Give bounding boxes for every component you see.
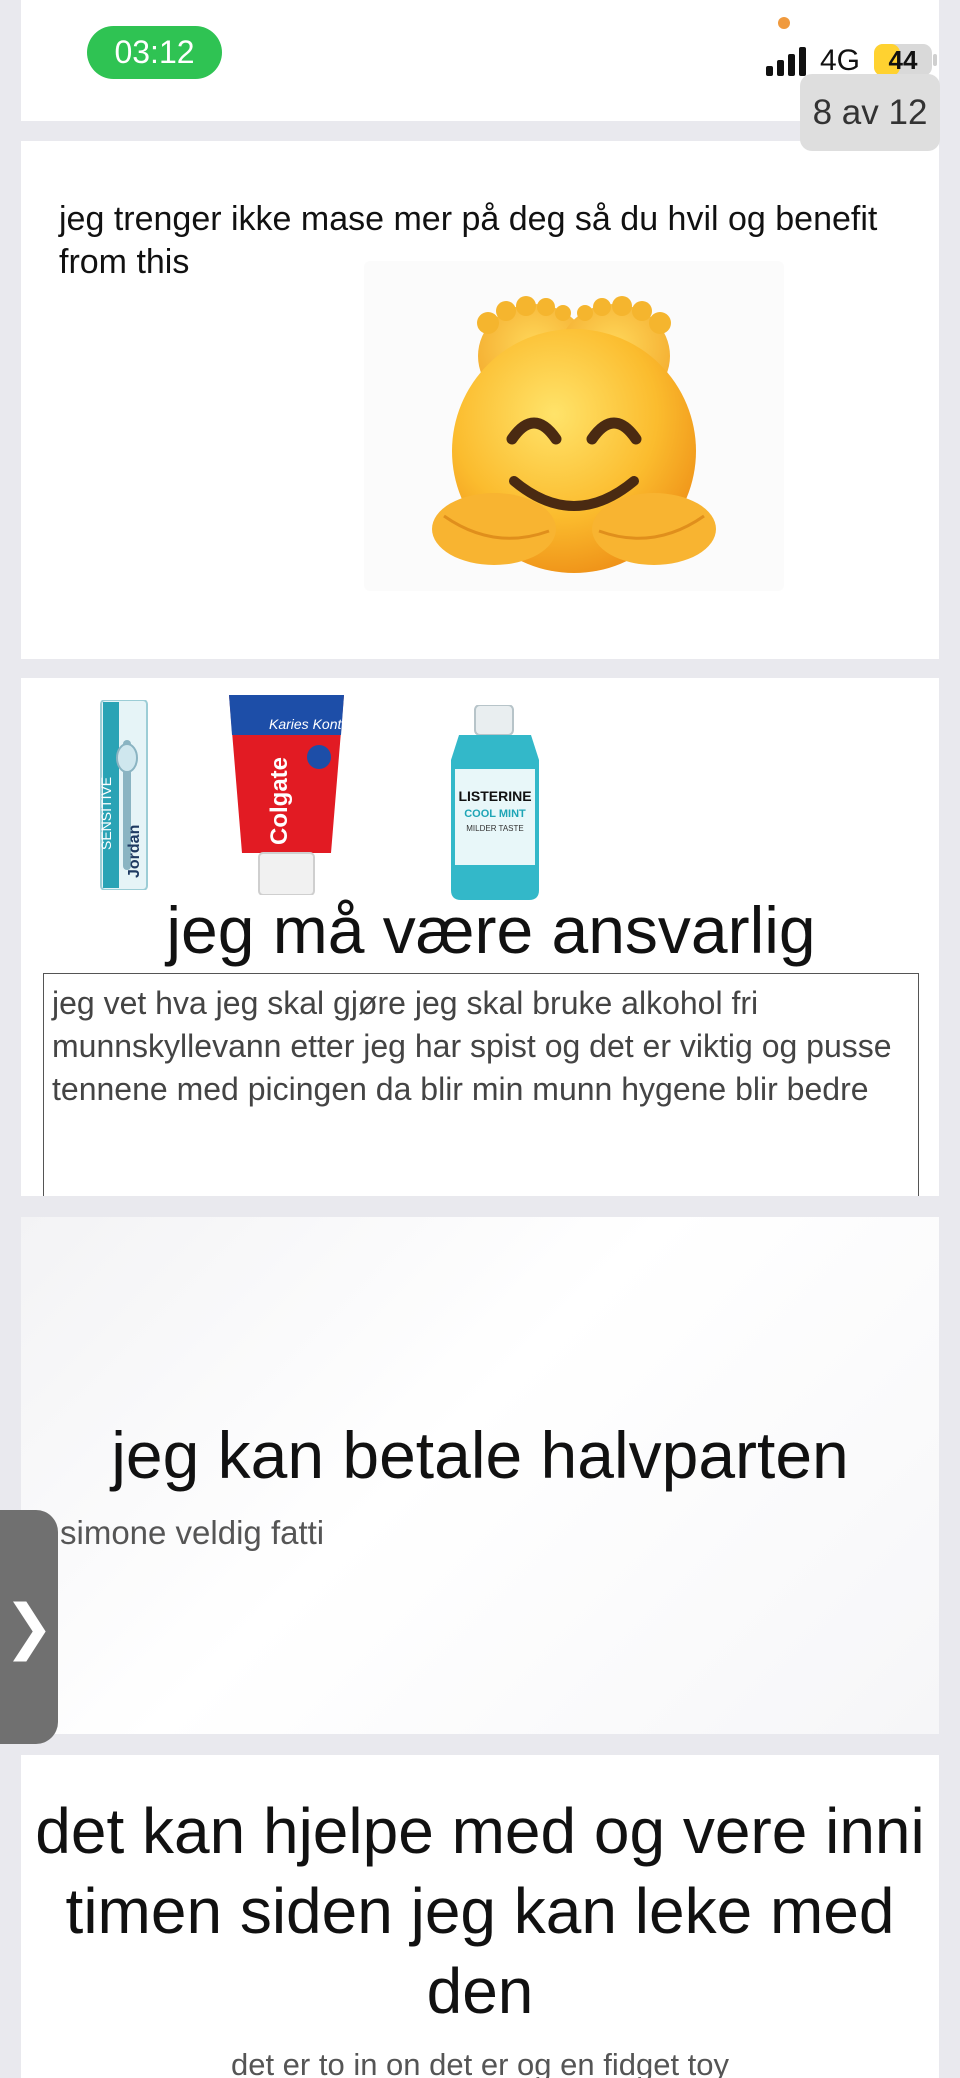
smiling-face-with-feet-icon: [364, 261, 784, 591]
toothbrush-tag: SENSITIVE: [99, 777, 114, 850]
network-type: 4G: [820, 44, 861, 77]
toothpaste-tag: Karies Kontroll: [269, 716, 344, 732]
slide-title: jeg kan betale halvparten: [111, 1418, 849, 1492]
battery-cap: [933, 54, 937, 66]
slide-subtitle: det er to in on det er og en fidget toy: [230, 2047, 730, 2078]
mouthwash-tag: COOL MINT: [464, 808, 526, 820]
mouthwash-brand: LISTERINE: [458, 788, 531, 804]
toothpaste-icon: Karies Kontroll Colgate: [229, 695, 361, 896]
mouthwash-note: MILDER TASTE: [466, 824, 524, 833]
slide-body: jeg vet hva jeg skal gjøre jeg skal bruk…: [52, 985, 892, 1107]
privacy-indicator-dot: [778, 17, 790, 29]
slide-card-3[interactable]: jeg kan betale halvparten simone veldig …: [21, 1217, 939, 1734]
toothbrush-icon: SENSITIVE Jordan: [98, 699, 149, 891]
chevron-right-icon[interactable]: ❯: [0, 1510, 58, 1744]
toothbrush-brand: Jordan: [126, 825, 143, 878]
slide-counter: 8 av 12: [800, 74, 940, 151]
text-box: jeg vet hva jeg skal gjøre jeg skal bruk…: [43, 973, 919, 1196]
battery-percent: 44: [888, 45, 918, 75]
cellular-signal-icon: [766, 46, 808, 76]
slide-subtitle: simone veldig fatti: [60, 1514, 325, 1551]
slide-card-4[interactable]: det kan hjelpe med og vere inni timen si…: [21, 1755, 939, 2078]
slide-card-1[interactable]: jeg trenger ikke mase mer på deg så du h…: [21, 141, 939, 659]
slide-title: jeg må være ansvarlig: [166, 893, 816, 967]
battery-icon: 44: [874, 44, 932, 76]
clock-pill: 03:12: [87, 26, 222, 79]
slide-card-2[interactable]: SENSITIVE Jordan Karies Kontroll Colgate…: [21, 678, 939, 1196]
slide-title: det kan hjelpe med og vere inni timen si…: [35, 1795, 925, 2027]
toothpaste-brand: Colgate: [266, 757, 293, 845]
mouthwash-icon: LISTERINE COOL MINT MILDER TASTE: [439, 704, 551, 900]
